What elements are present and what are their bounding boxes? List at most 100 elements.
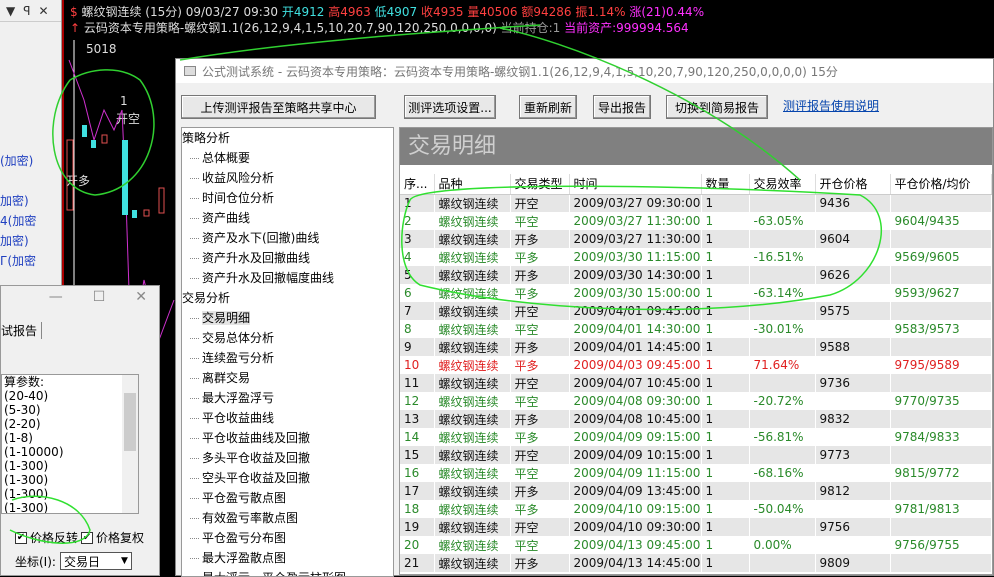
table-cell: 2009/03/30 14:30:00 xyxy=(569,266,702,284)
column-header[interactable]: 品种 xyxy=(434,174,511,195)
chevron-down-icon[interactable]: ▼ xyxy=(121,556,131,566)
table-row[interactable]: 14 螺纹钢连续 平多 2009/04/09 09:15:00 1 -56.81% 9784… xyxy=(400,428,992,446)
tree-item[interactable]: 平仓盈亏分布图 xyxy=(182,528,393,548)
table-row[interactable]: 17 螺纹钢连续 开多 2009/04/09 13:45:00 1 9812 xyxy=(400,482,992,500)
table-row[interactable]: 15 螺纹钢连续 开空 2009/04/09 10:15:00 1 9773 xyxy=(400,446,992,464)
param-item[interactable]: (20-40) xyxy=(4,389,138,403)
list-item[interactable]: 加密) xyxy=(0,192,29,209)
tree-item[interactable]: 资产升水及回撤曲线 xyxy=(182,248,393,268)
column-header[interactable]: 数量 xyxy=(701,174,750,195)
table-row[interactable]: 18 螺纹钢连续 平多 2009/04/10 09:15:00 1 -50.04% 9781… xyxy=(400,500,992,518)
upload-report-button[interactable]: 上传测评报告至策略共享中心 xyxy=(181,95,376,119)
column-header[interactable]: 交易效率 xyxy=(749,174,816,195)
scrollbar[interactable] xyxy=(122,375,138,513)
table-row[interactable]: 9 螺纹钢连续 开多 2009/04/01 14:45:00 1 9588 xyxy=(400,338,992,356)
tree-item[interactable]: 平仓收益曲线 xyxy=(182,408,393,428)
table-row[interactable]: 7 螺纹钢连续 开空 2009/04/01 09:45:00 1 9575 xyxy=(400,302,992,320)
tree-group[interactable]: 交易分析 xyxy=(182,288,393,308)
table-cell: 2009/04/01 14:45:00 xyxy=(569,338,702,356)
tree-group[interactable]: 策略分析 xyxy=(182,128,393,148)
table-row[interactable]: 4 螺纹钢连续 平多 2009/03/30 11:15:00 1 -16.51% 9569/… xyxy=(400,248,992,266)
table-row[interactable]: 6 螺纹钢连续 平多 2009/03/30 15:00:00 1 -63.14% 9593/… xyxy=(400,284,992,302)
dropdown-icon[interactable]: ▼ xyxy=(6,4,15,18)
table-row[interactable]: 3 螺纹钢连续 开多 2009/03/27 11:30:00 1 9604 xyxy=(400,230,992,248)
tree-item[interactable]: 收益风险分析 xyxy=(182,168,393,188)
table-cell: 1 xyxy=(701,374,750,392)
candle xyxy=(143,209,150,217)
column-header[interactable]: 开仓价格 xyxy=(815,174,891,195)
tree-item[interactable]: 资产升水及回撤幅度曲线 xyxy=(182,268,393,288)
tree-item[interactable]: 最大浮盈浮亏 xyxy=(182,388,393,408)
export-button[interactable]: 导出报告 xyxy=(593,95,651,119)
column-header[interactable]: 序... xyxy=(400,174,435,195)
table-row[interactable]: 8 螺纹钢连续 平空 2009/04/01 14:30:00 1 -30.01% 9583/… xyxy=(400,320,992,338)
tree-item[interactable]: 空头平仓收益及回撤 xyxy=(182,468,393,488)
tree-item[interactable]: 多头平仓收益及回撤 xyxy=(182,448,393,468)
table-row[interactable]: 11 螺纹钢连续 开空 2009/04/07 10:45:00 1 9736 xyxy=(400,374,992,392)
checkbox-price-reverse[interactable]: ✔ 价格反转 xyxy=(15,529,78,546)
column-header[interactable]: 平仓价格/均价 xyxy=(890,174,992,195)
table-row[interactable]: 12 螺纹钢连续 平空 2009/04/08 09:30:00 1 -20.72% 9770… xyxy=(400,392,992,410)
table-cell: 螺纹钢连续 xyxy=(434,374,511,392)
pin-icon[interactable]: ꟼ xyxy=(23,4,30,18)
list-item[interactable]: 4(加密 xyxy=(0,212,36,229)
tab-report[interactable]: 试报告 xyxy=(1,322,43,339)
table-cell: 1 xyxy=(701,428,750,446)
table-row[interactable]: 2 螺纹钢连续 平空 2009/03/27 11:30:00 1 -63.05% 9604/… xyxy=(400,212,992,230)
checkbox-icon[interactable]: ✔ xyxy=(15,531,27,544)
close-icon[interactable]: ✕ xyxy=(38,4,48,18)
list-item[interactable]: (加密) xyxy=(0,152,33,169)
table-row[interactable]: 16 螺纹钢连续 平空 2009/04/09 11:15:00 1 -68.16% 9815… xyxy=(400,464,992,482)
tree-item[interactable]: 连续盈亏分析 xyxy=(182,348,393,368)
tree-item[interactable]: 最大浮盈散点图 xyxy=(182,548,393,568)
table-row[interactable]: 10 螺纹钢连续 平多 2009/04/03 09:45:00 1 71.64% 9795/… xyxy=(400,356,992,374)
column-header[interactable]: 时间 xyxy=(569,174,702,195)
tree-item[interactable]: 总体概要 xyxy=(182,148,393,168)
close-button[interactable]: ✕ xyxy=(135,289,147,305)
minimize-button[interactable]: — xyxy=(49,289,63,305)
tree-item[interactable]: 平仓收益曲线及回撤 xyxy=(182,428,393,448)
checkbox-icon[interactable]: ✔ xyxy=(81,531,93,544)
tree-item[interactable]: 资产及水下(回撤)曲线 xyxy=(182,228,393,248)
param-item[interactable]: (1-10000) xyxy=(4,445,138,459)
param-item[interactable]: (1-300) xyxy=(4,459,138,473)
coord-select[interactable]: 交易日 ▼ xyxy=(59,552,132,570)
param-item[interactable]: (1-300) xyxy=(4,473,138,487)
param-item[interactable]: (1-8) xyxy=(4,431,138,445)
column-header[interactable]: 交易类型 xyxy=(510,174,570,195)
list-item[interactable]: 加密) xyxy=(0,232,29,249)
table-row[interactable]: 1 螺纹钢连续 开空 2009/03/27 09:30:00 1 9436 xyxy=(400,194,992,212)
table-cell xyxy=(890,482,992,500)
param-item[interactable]: (2-20) xyxy=(4,417,138,431)
refresh-button[interactable]: 重新刷新 xyxy=(519,95,577,119)
panel-header: ▼ ꟼ ✕ xyxy=(0,0,61,22)
tree-item[interactable]: 平仓盈亏散点图 xyxy=(182,488,393,508)
param-item[interactable]: (1-300) xyxy=(4,487,138,501)
table-row[interactable]: 20 螺纹钢连续 平空 2009/04/13 09:45:00 1 0.00% 9756/9… xyxy=(400,536,992,554)
table-row[interactable]: 13 螺纹钢连续 开多 2009/04/08 10:45:00 1 9832 xyxy=(400,410,992,428)
checkbox-price-adjust[interactable]: ✔ 价格复权 xyxy=(81,529,144,546)
tree-item[interactable]: 交易明细 xyxy=(182,308,393,328)
tree-item[interactable]: 时间仓位分析 xyxy=(182,188,393,208)
switch-simple-button[interactable]: 切换到简易报告 xyxy=(666,95,768,119)
tree-item[interactable]: 资产曲线 xyxy=(182,208,393,228)
tree-item[interactable]: 交易总体分析 xyxy=(182,328,393,348)
table-row[interactable]: 5 螺纹钢连续 开多 2009/03/30 14:30:00 1 9626 xyxy=(400,266,992,284)
analysis-tree[interactable]: 策略分析 总体概要收益风险分析时间仓位分析 资产曲线 资产及水下(回撤)曲线 资产升水及… xyxy=(181,127,394,577)
help-link[interactable]: 测评报告使用说明 xyxy=(783,97,879,114)
table-cell: 2009/03/30 15:00:00 xyxy=(569,284,702,302)
param-list[interactable]: 算参数: (20-40) (5-30) (2-20) (1-8) (1-1000… xyxy=(1,374,139,514)
tree-item[interactable]: 离群交易 xyxy=(182,368,393,388)
table-cell xyxy=(815,428,891,446)
table-cell: 0.00% xyxy=(749,536,816,554)
options-button[interactable]: 测评选项设置... xyxy=(404,95,496,119)
table-cell: 2 xyxy=(400,212,435,230)
table-row[interactable]: 21 螺纹钢连续 开多 2009/04/13 14:45:00 1 9809 xyxy=(400,554,992,572)
table-row[interactable]: 19 螺纹钢连续 开空 2009/04/10 09:30:00 1 9756 xyxy=(400,518,992,536)
tree-item-label: 收益风险分析 xyxy=(202,171,275,185)
tree-item[interactable]: 有效盈亏率散点图 xyxy=(182,508,393,528)
list-item[interactable]: Г(加密 xyxy=(0,252,36,269)
param-item[interactable]: (5-30) xyxy=(4,403,138,417)
maximize-button[interactable]: ☐ xyxy=(93,289,106,305)
param-item[interactable]: (1-300) xyxy=(4,501,138,513)
